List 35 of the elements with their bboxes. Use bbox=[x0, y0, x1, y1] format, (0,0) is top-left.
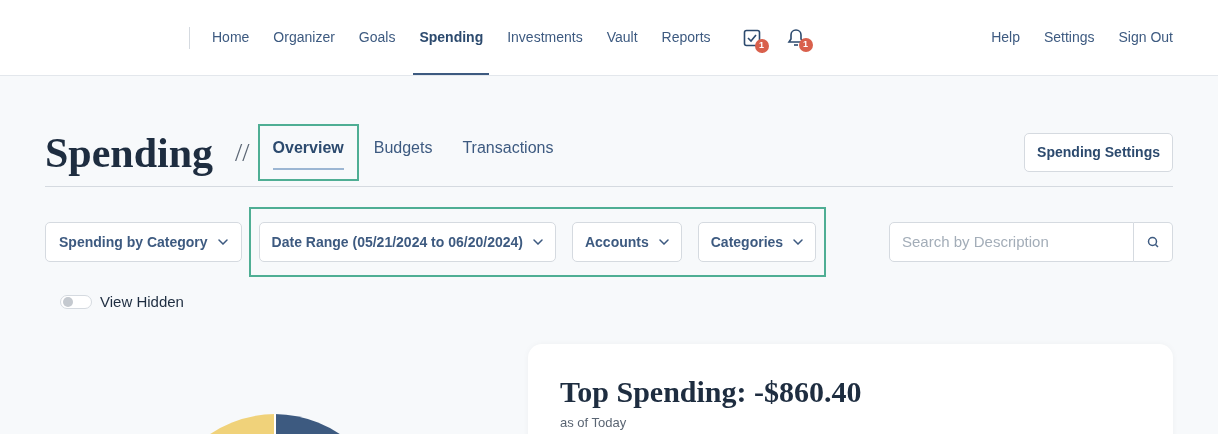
bell-icon[interactable] bbox=[786, 27, 805, 48]
nav-link[interactable]: Sign Out bbox=[1118, 27, 1173, 48]
toggle-label: View Hidden bbox=[100, 292, 184, 312]
search-button[interactable] bbox=[1134, 222, 1173, 262]
view-hidden-toggle[interactable] bbox=[60, 295, 92, 310]
nav-link[interactable]: Organizer bbox=[267, 0, 341, 75]
search-icon bbox=[1147, 236, 1159, 248]
page-tab[interactable]: Transactions bbox=[447, 124, 569, 181]
nav-link[interactable]: Goals bbox=[352, 0, 402, 75]
nav-link[interactable]: Spending bbox=[413, 0, 490, 75]
search-field[interactable]: Search by Description bbox=[889, 222, 1134, 262]
card-subtitle: as of Today bbox=[560, 413, 628, 432]
nav-link[interactable]: Help bbox=[991, 27, 1020, 48]
page-tab[interactable]: Budgets bbox=[358, 124, 448, 181]
nav-link[interactable]: Vault bbox=[600, 0, 644, 75]
chevron-down-icon bbox=[658, 239, 669, 245]
nav-link[interactable]: Home bbox=[206, 0, 256, 75]
notification-badge: 1 bbox=[798, 37, 813, 52]
view-dropdown[interactable]: Spending by Category bbox=[45, 222, 242, 262]
notification-badge: 1 bbox=[754, 38, 769, 53]
nav-link[interactable]: Investments bbox=[501, 0, 589, 75]
nav-link[interactable]: Reports bbox=[655, 0, 717, 75]
filter-dropdown[interactable]: Accounts bbox=[571, 222, 682, 262]
page-title: Spending bbox=[45, 131, 214, 174]
page-tab[interactable]: Overview bbox=[257, 124, 359, 181]
chevron-down-icon bbox=[532, 239, 543, 245]
chevron-down-icon bbox=[793, 239, 804, 245]
separator-text: // bbox=[235, 137, 250, 169]
filter-dropdown[interactable]: Categories bbox=[697, 222, 817, 262]
checkbox-icon[interactable] bbox=[742, 28, 761, 47]
spending-settings-button[interactable]: Spending Settings bbox=[1024, 133, 1173, 172]
chevron-down-icon bbox=[217, 239, 228, 245]
card-title: Top Spending: -$860.40 bbox=[560, 376, 863, 407]
filter-dropdown[interactable]: Date Range (05/21/2024 to 06/20/2024) bbox=[258, 222, 556, 262]
nav-link[interactable]: Settings bbox=[1043, 27, 1095, 48]
